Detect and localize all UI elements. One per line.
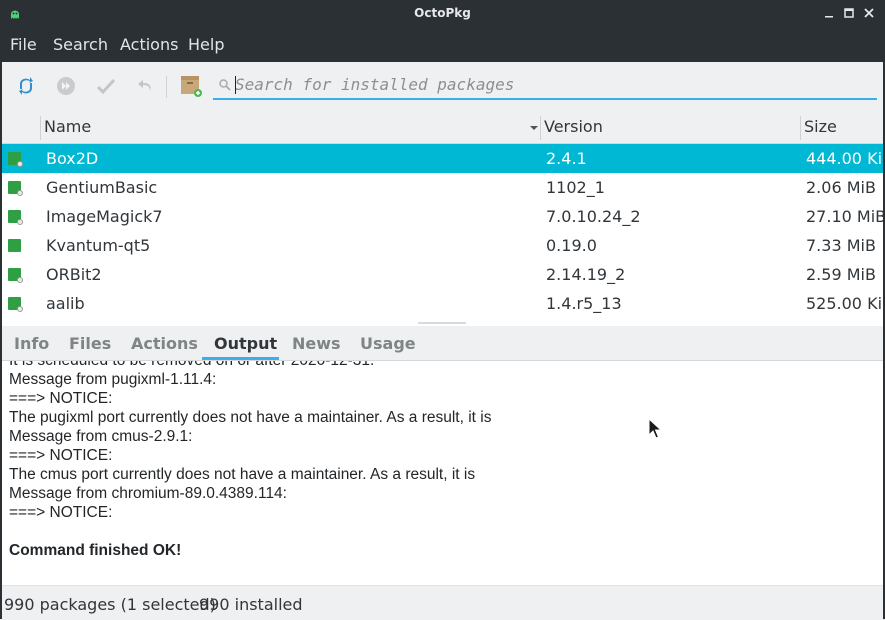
package-name: ORBit2 [46,265,102,284]
undo-icon[interactable] [134,74,158,98]
splitter-handle[interactable] [418,322,466,324]
table-row[interactable]: ORBit2 2.14.19_2 2.59 MiB [2,260,885,289]
installed-package-icon [8,210,23,225]
tab-news[interactable]: News [292,334,341,353]
column-divider [540,116,541,140]
installed-package-icon [8,239,21,252]
package-name: Box2D [46,149,99,168]
package-version: 1102_1 [546,178,605,197]
tab-actions[interactable]: Actions [131,334,198,353]
search-field[interactable] [213,72,877,100]
installed-count: 990 installed [199,595,303,614]
output-line: Message from cmus-2.9.1: [9,428,193,445]
package-version: 7.0.10.24_2 [546,207,641,226]
menu-search[interactable]: Search [53,35,108,54]
menu-actions[interactable]: Actions [120,35,178,54]
close-icon[interactable] [862,6,876,20]
output-line: Message from chromium-89.0.4389.114: [9,485,287,502]
tab-files[interactable]: Files [69,334,111,353]
package-size: 2.06 MiB [806,178,876,197]
details-tab-bar: Info Files Actions Output News Usage [0,326,885,361]
package-size: 27.10 MiB [806,207,885,226]
column-name-header[interactable]: Name [44,112,91,143]
search-input[interactable] [235,73,865,95]
package-version: 2.4.1 [546,149,587,168]
output-panel: It is scheduled to be removed on or afte… [2,361,883,583]
menu-help[interactable]: Help [188,35,224,54]
forward-icon[interactable] [54,74,78,98]
package-list: Box2D 2.4.1 444.00 KiB GentiumBasic 1102… [2,144,885,320]
column-version-header[interactable]: Version [544,112,603,143]
installed-package-icon [8,297,23,312]
installed-package-icon [8,268,23,283]
package-name: GentiumBasic [46,178,158,197]
text-caret [235,76,236,94]
mouse-pointer-icon [648,418,662,439]
tab-usage[interactable]: Usage [360,334,416,353]
title-bar: OctoPkg [0,0,885,28]
package-size: 7.33 MiB [806,236,876,255]
sync-icon[interactable] [14,74,38,98]
package-size: 444.00 KiB [806,149,885,168]
search-icon [219,79,231,91]
output-line: ===> NOTICE: [9,390,113,407]
package-count: 990 packages (1 selected) [4,595,216,614]
apply-checkmark-icon[interactable] [94,74,118,98]
tab-info[interactable]: Info [14,334,49,353]
window-frame [0,62,2,619]
package-size: 525.00 KiB [806,294,885,313]
active-tab-indicator [202,357,279,360]
minimize-icon[interactable] [822,6,836,20]
table-row[interactable]: GentiumBasic 1102_1 2.06 MiB [2,173,885,202]
package-version: 0.19.0 [546,236,597,255]
package-name: Kvantum-qt5 [46,236,151,255]
status-bar: 990 packages (1 selected) 990 installed [0,585,885,620]
chevron-down-icon[interactable] [529,123,539,133]
output-line: The cmus port currently does not have a … [9,466,476,483]
window-title: OctoPkg [414,6,471,20]
output-line: ===> NOTICE: [9,447,113,464]
menu-file[interactable]: File [10,35,37,54]
output-line: The pugixml port currently does not have… [9,409,492,426]
table-row[interactable]: aalib 1.4.r5_13 525.00 KiB [2,289,885,318]
package-version: 2.14.19_2 [546,265,626,284]
installed-package-icon [8,152,23,167]
package-size: 2.59 MiB [806,265,876,284]
table-row[interactable]: ImageMagick7 7.0.10.24_2 27.10 MiB [2,202,885,231]
installed-package-icon [8,181,23,196]
output-line: It is scheduled to be removed on or afte… [9,361,374,370]
maximize-icon[interactable] [842,6,856,20]
package-table-header: Name Version Size [2,112,885,144]
package-version: 1.4.r5_13 [546,294,622,313]
menu-bar: File Search Actions Help [0,28,885,62]
package-name: aalib [46,294,85,313]
command-finished-message: Command finished OK! [9,542,182,559]
column-divider [40,116,41,140]
output-line: ===> NOTICE: [9,504,113,521]
install-local-package-icon[interactable] [179,74,203,98]
tab-output[interactable]: Output [214,334,277,353]
package-name: ImageMagick7 [46,207,163,226]
table-row[interactable]: Box2D 2.4.1 444.00 KiB [2,144,885,173]
column-size-header[interactable]: Size [804,112,837,143]
toolbar-separator [166,76,167,98]
output-line: Message from pugixml-1.11.4: [9,371,217,388]
table-row[interactable]: Kvantum-qt5 0.19.0 7.33 MiB [2,231,885,260]
column-divider [800,116,801,140]
